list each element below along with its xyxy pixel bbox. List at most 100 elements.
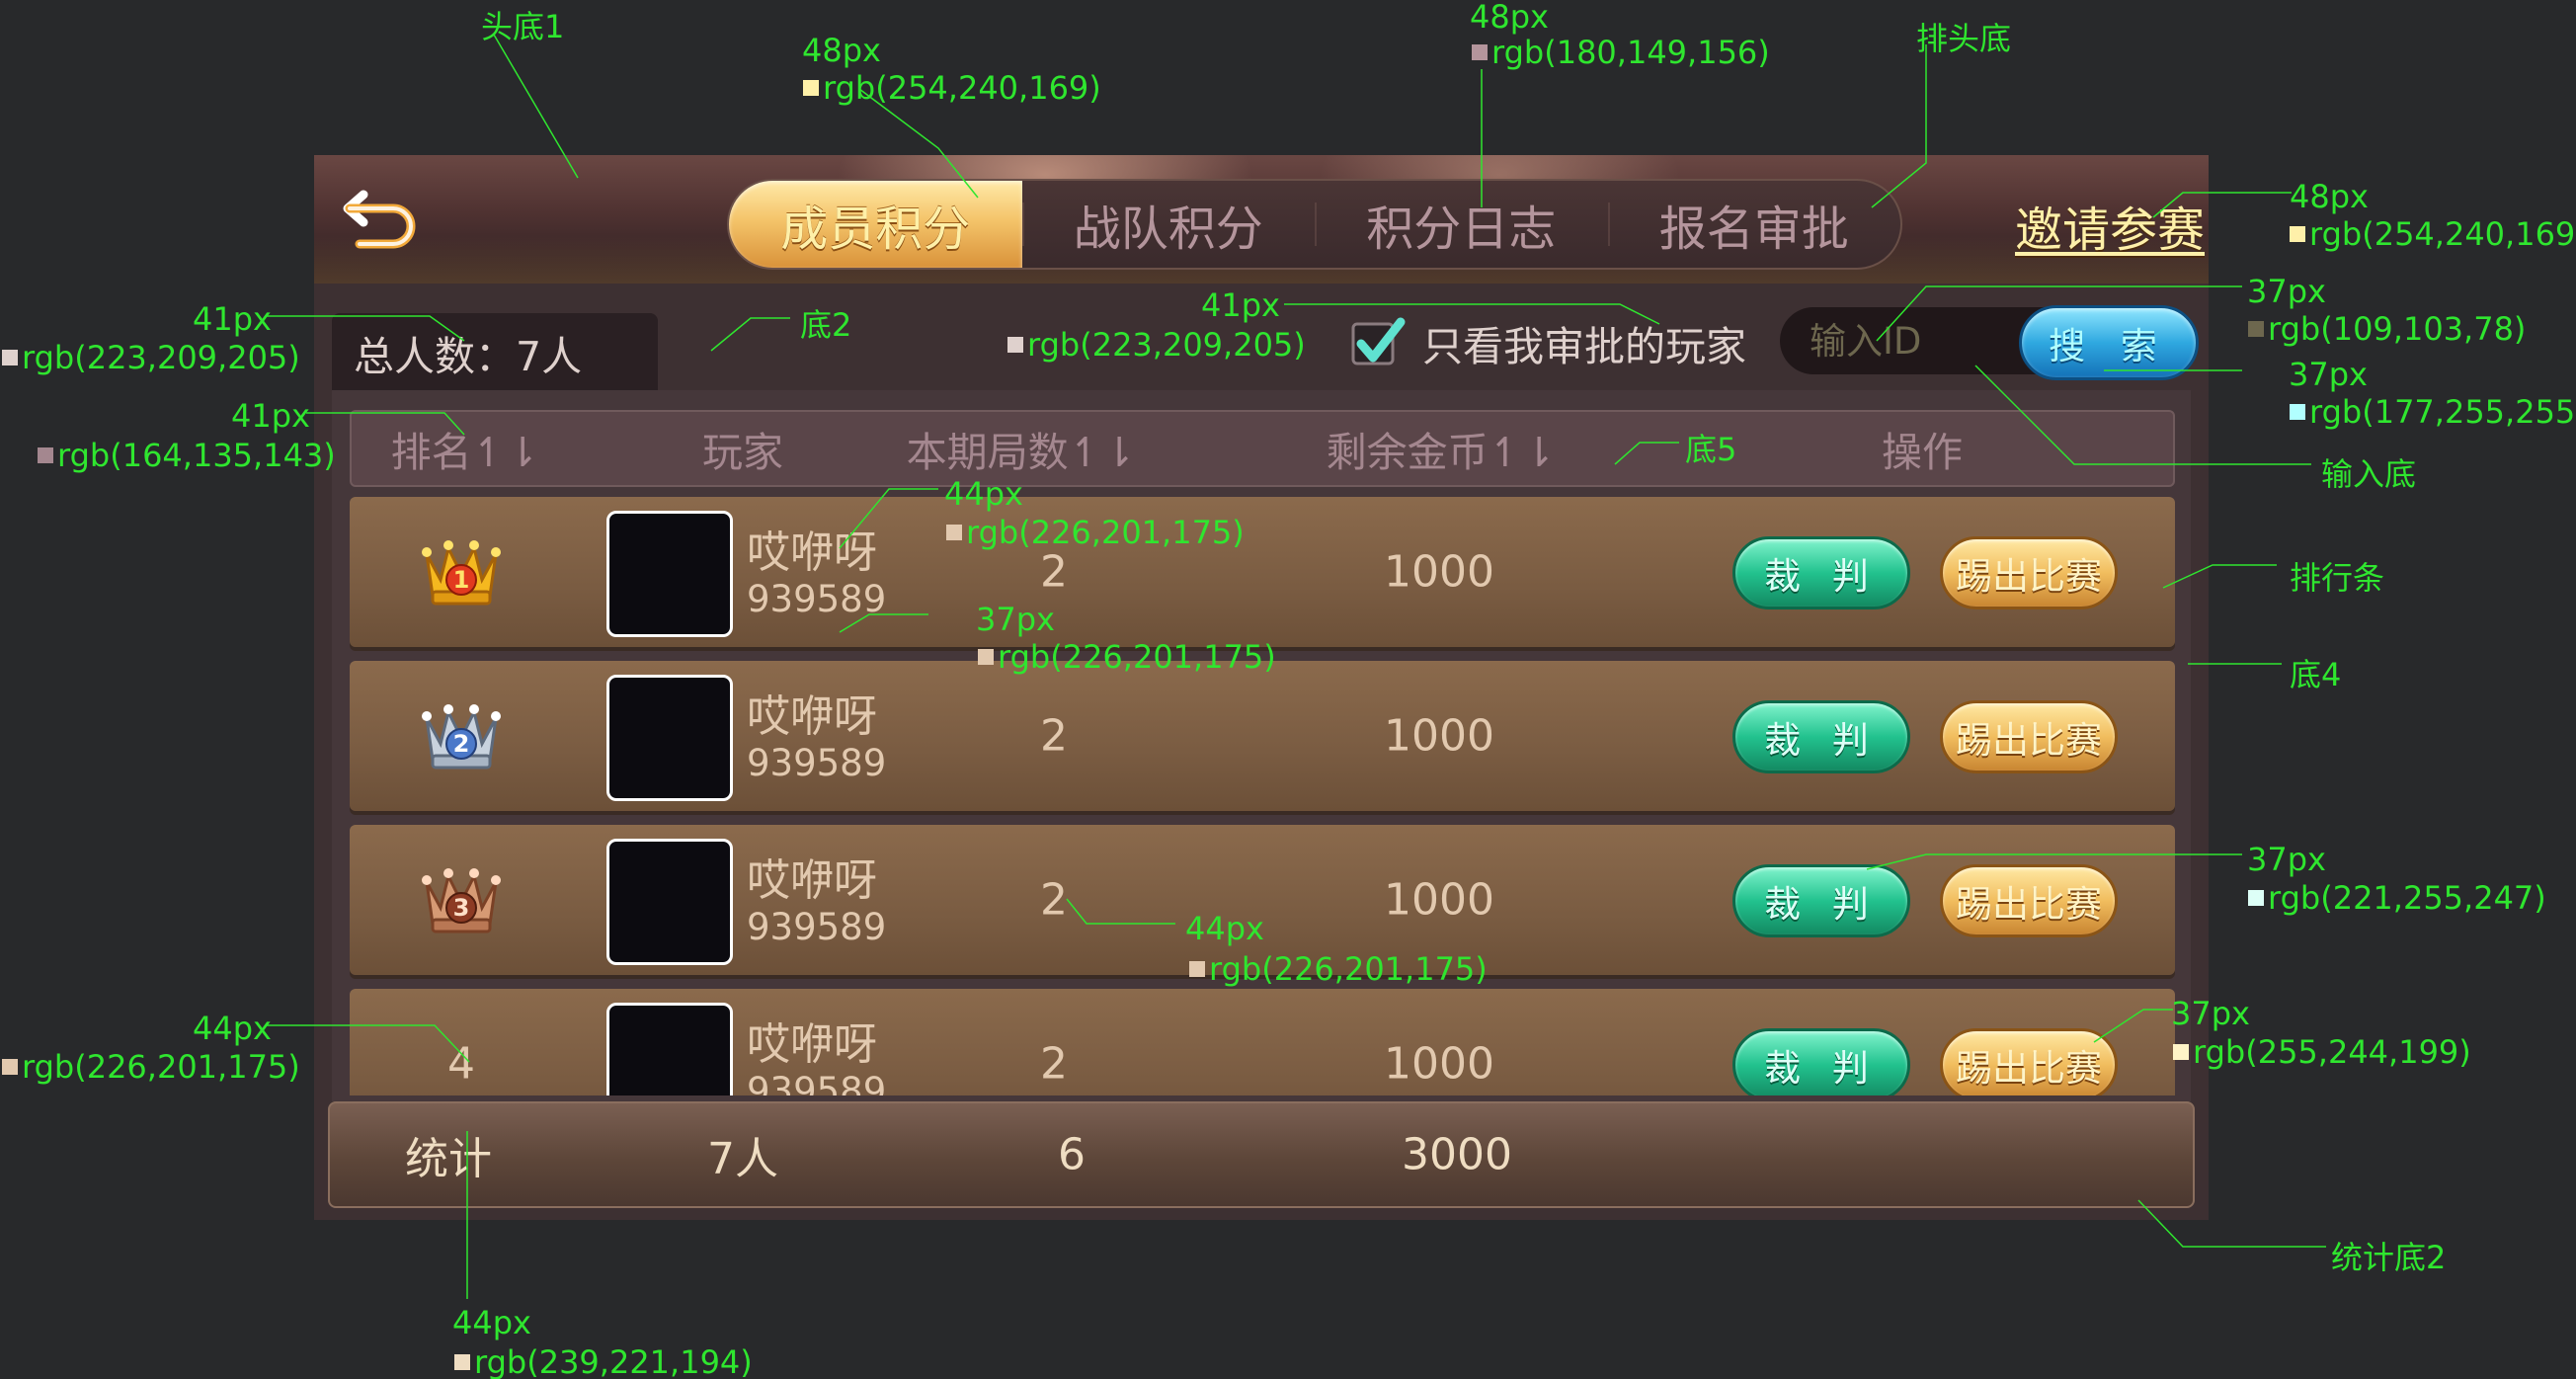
annotation-search-color: rgb(177,255,255) (2290, 393, 2576, 431)
annotation-games-size: 44px (1185, 910, 1264, 947)
annotation-rank-size: 44px (193, 1010, 272, 1047)
coins-remaining: 1000 (1384, 546, 1494, 598)
ranking-row: 2 哎咿呀 939589 2 1000 裁 判 踢出比赛 (350, 661, 2175, 811)
ranking-row: 4 哎咿呀 939589 2 1000 裁 判 踢出比赛 (350, 989, 2175, 1095)
total-players-label: 总人数：7人 (354, 333, 583, 380)
annotation-placeholder-size: 37px (2247, 273, 2326, 310)
annotation-placeholder-color: rgb(109,103,78) (2248, 310, 2526, 348)
annotation-header-bg: 头底1 (481, 8, 565, 45)
id-search-input[interactable] (1780, 307, 2056, 374)
annotation-invite-color: rgb(254,240,169) (2290, 215, 2576, 253)
annotation-search-size: 37px (2289, 356, 2368, 393)
rank-badge-number: 3 (453, 894, 470, 922)
annotation-kick-size: 37px (2171, 995, 2250, 1032)
annotation-stats-size: 44px (452, 1304, 531, 1341)
games-count: 2 (1040, 1038, 1068, 1090)
judge-button[interactable]: 裁 判 (1732, 700, 1910, 773)
stats-coins: 3000 (1402, 1129, 1512, 1180)
rank-badge-number: 2 (453, 730, 470, 758)
coins-remaining: 1000 (1384, 710, 1494, 762)
games-count: 2 (1040, 874, 1068, 926)
checkbox-checked-icon[interactable] (1349, 314, 1407, 371)
annotation-games-color: rgb(226,201,175) (1189, 950, 1488, 988)
annotation-stats-bg: 统计底2 (2331, 1239, 2447, 1276)
player-id: 939589 (747, 578, 887, 620)
silver-crown-icon: 2 (422, 704, 501, 770)
annotation-kick-color: rgb(255,244,199) (2173, 1033, 2471, 1071)
annotation-judge-size: 37px (2247, 841, 2326, 878)
avatar[interactable] (606, 675, 733, 801)
annotation-colhead-color: rgb(164,135,143) (38, 437, 336, 474)
kick-button[interactable]: 踢出比赛 (1940, 536, 2118, 609)
annotation-id-color: rgb(226,201,175) (978, 638, 1276, 676)
annotation-tab2-color: rgb(180,149,156) (1472, 34, 1770, 71)
games-count: 2 (1040, 546, 1068, 598)
annotation-invite-size: 48px (2290, 178, 2369, 215)
annotation-filter-color: rgb(223,209,205) (1007, 326, 1306, 364)
annotation-bg5: 底5 (1685, 431, 1737, 468)
annotation-tab-size: 48px (802, 32, 881, 69)
invite-link[interactable]: 邀请参赛 (2015, 191, 2205, 258)
ranking-list[interactable]: 1 哎咿呀 939589 2 1000 裁 判 踢出比赛 2 哎咿呀 93958… (350, 497, 2175, 1095)
player-id: 939589 (747, 742, 887, 784)
annotation-total-color: rgb(223,209,205) (2, 339, 300, 376)
tab-score-log[interactable]: 积分日志 (1315, 181, 1608, 268)
gold-crown-icon: 1 (422, 540, 501, 606)
annotation-name-color: rgb(226,201,175) (946, 514, 1245, 551)
search-bar: 搜 索 (1780, 305, 2199, 380)
approved-filter[interactable]: 只看我审批的玩家 (1349, 305, 1746, 380)
games-count: 2 (1040, 710, 1068, 762)
kick-button[interactable]: 踢出比赛 (1940, 864, 2118, 937)
annotation-name-size: 44px (944, 475, 1023, 513)
judge-button[interactable]: 裁 判 (1732, 864, 1910, 937)
bronze-crown-icon: 3 (422, 868, 501, 933)
avatar[interactable] (606, 839, 733, 965)
judge-button[interactable]: 裁 判 (1732, 1028, 1910, 1095)
annotation-stats-color: rgb(239,221,194) (454, 1343, 753, 1379)
stats-label: 统计 (405, 1134, 492, 1184)
stats-games: 6 (1058, 1129, 1086, 1180)
player-name: 哎咿呀 (747, 855, 877, 906)
tab-bar: 成员积分 战队积分 积分日志 报名审批 (727, 179, 1902, 270)
player-name: 哎咿呀 (747, 527, 877, 578)
tab-signup-approval[interactable]: 报名审批 (1607, 181, 1901, 268)
player-id: 939589 (747, 1070, 887, 1095)
annotation-bg4: 底4 (2290, 656, 2342, 693)
ranking-row: 1 哎咿呀 939589 2 1000 裁 判 踢出比赛 (350, 497, 2175, 647)
coins-remaining: 1000 (1384, 1038, 1494, 1090)
col-player: 玩家 (702, 429, 783, 476)
annotation-rank-color: rgb(226,201,175) (2, 1048, 300, 1086)
column-header: 排名↿⇂ 玩家 本期局数↿⇂ 剩余金币↿⇂ 操作 (350, 410, 2175, 487)
judge-button[interactable]: 裁 判 (1732, 536, 1910, 609)
rank-badge-number: 1 (453, 566, 470, 594)
col-coins[interactable]: 剩余金币↿⇂ (1327, 419, 1557, 478)
annotation-tab-color: rgb(254,240,169) (803, 69, 1101, 107)
col-rank[interactable]: 排名↿⇂ (391, 419, 540, 478)
rank-number: 4 (447, 1038, 475, 1090)
avatar[interactable] (606, 1003, 733, 1095)
total-players: 总人数：7人 (332, 313, 658, 392)
player-name: 哎咿呀 (747, 1019, 877, 1070)
annotation-id-size: 37px (976, 601, 1055, 638)
annotation-input-bg: 输入底 (2321, 455, 2417, 493)
coins-remaining: 1000 (1384, 874, 1494, 926)
annotation-bg2: 底2 (800, 306, 852, 344)
tab-team-score[interactable]: 战队积分 (1021, 181, 1316, 268)
player-id: 939589 (747, 906, 887, 948)
header-bar: 成员积分 战队积分 积分日志 报名审批 邀请参赛 (314, 155, 2209, 284)
annotation-filter-size: 41px (1201, 286, 1280, 324)
avatar[interactable] (606, 511, 733, 637)
annotation-tab2-size: 48px (1470, 0, 1549, 36)
kick-button[interactable]: 踢出比赛 (1940, 700, 2118, 773)
design-canvas: 成员积分 战队积分 积分日志 报名审批 邀请参赛 总人数：7人 只看我审批的玩家… (0, 0, 2576, 1379)
search-button[interactable]: 搜 索 (2019, 305, 2199, 380)
back-arrow-icon[interactable] (342, 183, 431, 254)
col-actions: 操作 (1882, 429, 1963, 476)
kick-button[interactable]: 踢出比赛 (1940, 1028, 2118, 1095)
annotation-judge-color: rgb(221,255,247) (2248, 879, 2546, 917)
annotation-rank-bar: 排行条 (2290, 559, 2385, 597)
stats-players: 7人 (707, 1134, 778, 1184)
tab-member-score[interactable]: 成员积分 (729, 181, 1022, 268)
player-name: 哎咿呀 (747, 691, 877, 742)
col-games[interactable]: 本期局数↿⇂ (907, 419, 1137, 478)
